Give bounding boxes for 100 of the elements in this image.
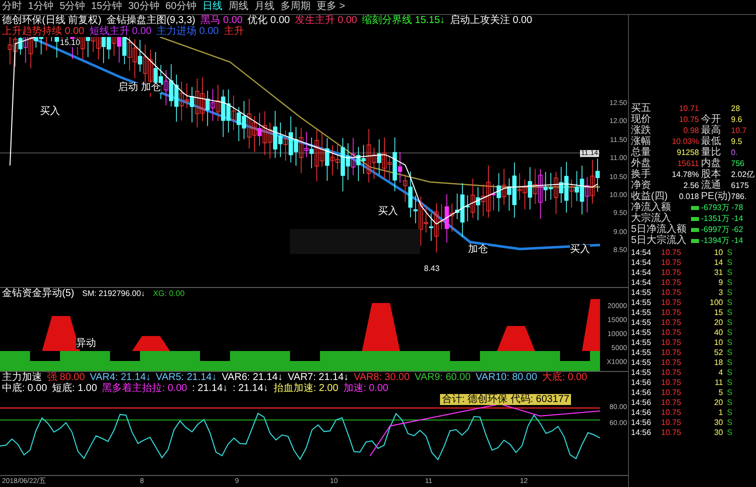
trade-volume: 3 (718, 289, 723, 297)
quote-value: 28 (731, 104, 740, 112)
period-tab[interactable]: 1分钟 (28, 1, 54, 13)
quote-label: 内盘 (701, 158, 722, 168)
trade-time: 14:55 (631, 369, 652, 377)
trade-volume: 10 (713, 339, 723, 347)
trade-time: 14:56 (631, 389, 652, 397)
indicator-reading: VAR5: 21.14↓ (156, 372, 217, 383)
trade-volume: 4 (718, 369, 723, 377)
trade-price: 10.75 (661, 409, 682, 417)
trade-volume: 30 (713, 429, 723, 437)
quote-value: 91258 (676, 148, 700, 156)
period-tab[interactable]: 日线 (202, 1, 222, 13)
indicator-reading: VAR9: 60.00 (414, 372, 471, 383)
quote-value: 0. (731, 148, 738, 156)
quote-value: 2.56 (682, 182, 700, 190)
quote-label: 买五 (631, 104, 652, 114)
trade-side: S (726, 379, 732, 387)
quote-value: 10.03% (671, 138, 700, 146)
trade-volume: 1 (718, 409, 723, 417)
trade-volume: 14 (713, 259, 723, 267)
quote-value: 0.98 (682, 126, 700, 134)
trade-price: 10.75 (661, 309, 682, 317)
trade-volume: 30 (713, 419, 723, 427)
money-flow-label: 5日净流入额 (631, 224, 688, 234)
quote-value: 0.018 (678, 192, 700, 200)
trade-volume: 9 (718, 279, 723, 287)
trade-time: 14:55 (631, 319, 652, 327)
indicator-reading: 强 80.00 (47, 372, 85, 383)
quote-label: 涨跌 (631, 126, 652, 136)
signal-label: 启动 加仓 (118, 83, 161, 93)
trade-side: S (726, 319, 732, 327)
trade-volume: 15 (713, 309, 723, 317)
quote-label: 最高 (701, 126, 722, 136)
money-flow-value: -1351万 (701, 214, 730, 222)
quote-value: 2.02亿 (731, 170, 755, 178)
period-tab[interactable]: 周线 (228, 1, 248, 13)
trade-time: 14:56 (631, 429, 652, 437)
indicator-reading: 主力进场 0.00 (156, 26, 219, 37)
trade-time: 14:54 (631, 249, 652, 257)
trade-time: 14:56 (631, 399, 652, 407)
trade-price: 10.75 (661, 419, 682, 427)
trade-price: 10.75 (661, 349, 682, 357)
inflow-peak (582, 299, 600, 351)
period-tab[interactable]: 更多 > (316, 1, 346, 13)
quote-label: 现价 (631, 114, 652, 124)
trade-side: S (726, 349, 732, 357)
chart-title: 德创环保(日线 前复权) (2, 15, 102, 26)
indicator-reading: VAR6: 21.14↓ (222, 372, 283, 383)
high-price-label: 15.10 (60, 39, 80, 47)
trade-side: S (726, 279, 732, 287)
quote-value: 786. (731, 192, 747, 200)
trade-side: S (726, 359, 732, 367)
quote-label: 最低 (701, 136, 722, 146)
trade-volume: 100 (708, 299, 723, 307)
money-flow-label: 大宗流入 (631, 214, 672, 224)
period-tab[interactable]: 分时 (2, 1, 22, 13)
trade-time: 14:56 (631, 379, 652, 387)
quote-label: 今开 (701, 114, 722, 124)
trade-side: S (726, 299, 732, 307)
quote-label: 净资 (631, 180, 652, 190)
indicator-reading: 发生主升 0.00 (294, 15, 358, 26)
trade-volume: 52 (713, 349, 723, 357)
trade-side: S (726, 399, 732, 407)
trade-price: 10.75 (661, 319, 682, 327)
trade-side: S (726, 369, 732, 377)
trade-side: S (726, 329, 732, 337)
period-tab[interactable]: 30分钟 (128, 1, 160, 13)
indicator-reading: 上升趋势持续 0.00 (2, 26, 84, 37)
trade-side: S (726, 339, 732, 347)
period-tab[interactable]: 60分钟 (165, 1, 196, 13)
period-tab[interactable]: 月线 (254, 1, 274, 13)
trade-time: 14:56 (631, 419, 652, 427)
trade-time: 14:55 (631, 359, 652, 367)
trade-volume: 40 (713, 329, 723, 337)
trade-price: 10.75 (661, 389, 682, 397)
quote-value: 10.7 (731, 126, 747, 134)
signal-label: 买入 (570, 245, 590, 255)
indicator-reading: : 21.14↓ (232, 383, 268, 394)
trade-volume: 31 (713, 269, 723, 277)
indicator-reading: VAR10: 80.00 (476, 372, 538, 383)
trade-price: 10.75 (661, 249, 682, 257)
trade-price: 10.75 (661, 259, 682, 267)
money-flow-value: -6997万 (701, 226, 730, 234)
trade-price: 10.75 (661, 329, 682, 337)
period-tab[interactable]: 5分钟 (60, 1, 86, 13)
indicator-reading: : 21.14↓ (192, 383, 228, 394)
trade-time: 14:55 (631, 349, 652, 357)
trade-time: 14:54 (631, 279, 652, 287)
money-flow-value: -14 (731, 214, 744, 222)
quote-label: 总量 (631, 148, 652, 158)
period-tab[interactable]: 15分钟 (91, 1, 122, 13)
quote-value: 9.5 (731, 138, 742, 146)
money-flow-value: -1394万 (701, 236, 730, 244)
trade-time: 14:55 (631, 289, 652, 297)
indicator-name: 金钻操盘主图(9,3,3) (106, 15, 196, 26)
quote-label: 换手 (631, 170, 652, 180)
trade-time: 14:54 (631, 269, 652, 277)
period-tab[interactable]: 多周期 (280, 1, 310, 13)
trade-price: 10.75 (661, 299, 682, 307)
